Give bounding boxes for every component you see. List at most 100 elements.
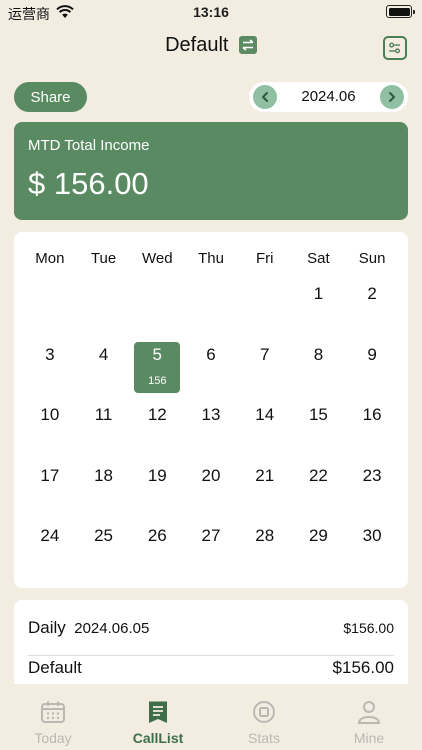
day-number: 5: [152, 344, 163, 364]
prev-month-button[interactable]: [253, 85, 277, 109]
tab-label: Mine: [353, 730, 385, 746]
day-number: 19: [147, 465, 167, 485]
day-number: 3: [45, 344, 55, 364]
calendar-grid: Mon Tue Wed Thu Fri Sat Sun 1 2 3 4 5 156 6 7 8 9…: [23, 246, 399, 580]
calendar-empty-cell: [238, 277, 292, 338]
income-value: $ 156.00: [28, 166, 149, 201]
day-number: 14: [255, 405, 275, 425]
weekday-label: Thu: [198, 250, 224, 267]
person-icon: [357, 701, 381, 724]
calendar-day[interactable]: 22: [292, 459, 346, 520]
header: Default: [0, 32, 422, 66]
daily-header-row: Daily 2024.06.05 $156.00: [28, 618, 394, 640]
calendar-day[interactable]: 11: [77, 398, 131, 459]
page-title-group[interactable]: Default: [0, 34, 422, 57]
day-number: 11: [94, 405, 113, 425]
day-number: 6: [206, 344, 216, 364]
income-entry-row[interactable]: Default $156.00: [28, 658, 394, 680]
daily-date: 2024.06.05: [74, 620, 150, 637]
stats-icon: [253, 701, 275, 723]
page-title[interactable]: Default: [165, 34, 228, 56]
next-month-button[interactable]: [380, 85, 404, 109]
day-number: 21: [255, 465, 275, 485]
calendar-day[interactable]: 18: [77, 459, 131, 520]
tab-bar: Today CallList Stats Mine: [0, 688, 422, 750]
day-number: 29: [308, 526, 328, 546]
month-label[interactable]: 2024.06: [283, 88, 374, 105]
day-number: 26: [147, 526, 167, 546]
day-number: 30: [362, 526, 382, 546]
weekday-label: Sun: [358, 250, 386, 267]
daily-detail-card: Daily 2024.06.05 $156.00 Default $156.00: [14, 600, 408, 684]
day-number: 16: [362, 405, 382, 425]
day-number: 22: [308, 465, 328, 485]
calendar-day[interactable]: 17: [23, 459, 77, 520]
settings-button[interactable]: [383, 36, 407, 60]
day-number: 23: [362, 465, 382, 485]
calendar-day[interactable]: 28: [238, 519, 292, 580]
swap-icon[interactable]: [238, 35, 257, 54]
calendar-day[interactable]: 30: [345, 519, 399, 580]
calendar-day[interactable]: 10: [23, 398, 77, 459]
calendar-day[interactable]: 6: [184, 338, 238, 399]
calendar-day[interactable]: 13: [184, 398, 238, 459]
calendar-day[interactable]: 26: [130, 519, 184, 580]
income-summary-card: MTD Total Income $ 156.00: [14, 122, 408, 220]
day-number: 17: [40, 465, 60, 485]
calendar-day[interactable]: 21: [238, 459, 292, 520]
day-number: 28: [255, 526, 275, 546]
list-icon: [149, 701, 167, 723]
day-number: 25: [94, 526, 114, 546]
month-picker: 2024.06: [249, 82, 408, 112]
calendar-day[interactable]: 2: [345, 277, 399, 338]
weekday-label: Fri: [255, 250, 274, 267]
calendar-day[interactable]: 12: [130, 398, 184, 459]
weekday-label: Wed: [141, 250, 173, 267]
weekday-label: Sat: [307, 250, 330, 267]
calendar-day[interactable]: 25: [77, 519, 131, 580]
status-bar: 运营商 13:16: [0, 0, 422, 26]
tab-label: Stats: [248, 730, 280, 746]
calendar-day[interactable]: 24: [23, 519, 77, 580]
calendar-day[interactable]: 1: [292, 277, 346, 338]
calendar-day[interactable]: 27: [184, 519, 238, 580]
day-number: 4: [98, 344, 109, 364]
calendar-day[interactable]: 8: [292, 338, 346, 399]
day-number: 15: [308, 405, 328, 425]
calendar-day[interactable]: 4: [77, 338, 131, 399]
day-number: 27: [201, 526, 221, 546]
tab-today[interactable]: Today: [13, 700, 93, 746]
weekday-header: Mon Tue Wed Thu Fri Sat Sun: [23, 246, 399, 272]
calendar-day[interactable]: 5 156: [130, 338, 184, 399]
calendar-day[interactable]: 3: [23, 338, 77, 399]
tab-label: Today: [34, 730, 72, 746]
day-number: 10: [40, 405, 60, 425]
calendar-day[interactable]: 14: [238, 398, 292, 459]
day-number: 13: [201, 405, 221, 425]
chevron-right-icon: [389, 92, 395, 102]
tab-calllist[interactable]: CallList: [118, 700, 198, 746]
weekday-label: Tue: [90, 250, 117, 267]
calendar-day[interactable]: 19: [130, 459, 184, 520]
calendar-day[interactable]: 29: [292, 519, 346, 580]
calendar-day[interactable]: 7: [238, 338, 292, 399]
chevron-left-icon: [262, 92, 268, 102]
tab-label: CallList: [132, 730, 184, 746]
day-number: 8: [313, 344, 324, 364]
calendar-day[interactable]: 15: [292, 398, 346, 459]
calendar-day[interactable]: 16: [345, 398, 399, 459]
daily-total: $156.00: [343, 620, 394, 636]
calendar-day[interactable]: 23: [345, 459, 399, 520]
day-number: 1: [313, 284, 324, 303]
share-button[interactable]: Share: [14, 82, 87, 112]
tab-stats[interactable]: Stats: [224, 700, 304, 746]
calendar-day[interactable]: 9: [345, 338, 399, 399]
calendar-day[interactable]: 20: [184, 459, 238, 520]
entry-name: Default: [28, 658, 82, 677]
calendar-days: 1 2 3 4 5 156 6 7 8 9 10 11 12 13 14 15 16 17 18 19 20 21 22 23…: [23, 277, 399, 580]
battery-icon: [386, 5, 415, 18]
tab-mine[interactable]: Mine: [329, 700, 409, 746]
calendar-empty-cell: [184, 277, 238, 338]
calendar-icon: [41, 701, 65, 723]
entry-amount: $156.00: [332, 658, 394, 677]
